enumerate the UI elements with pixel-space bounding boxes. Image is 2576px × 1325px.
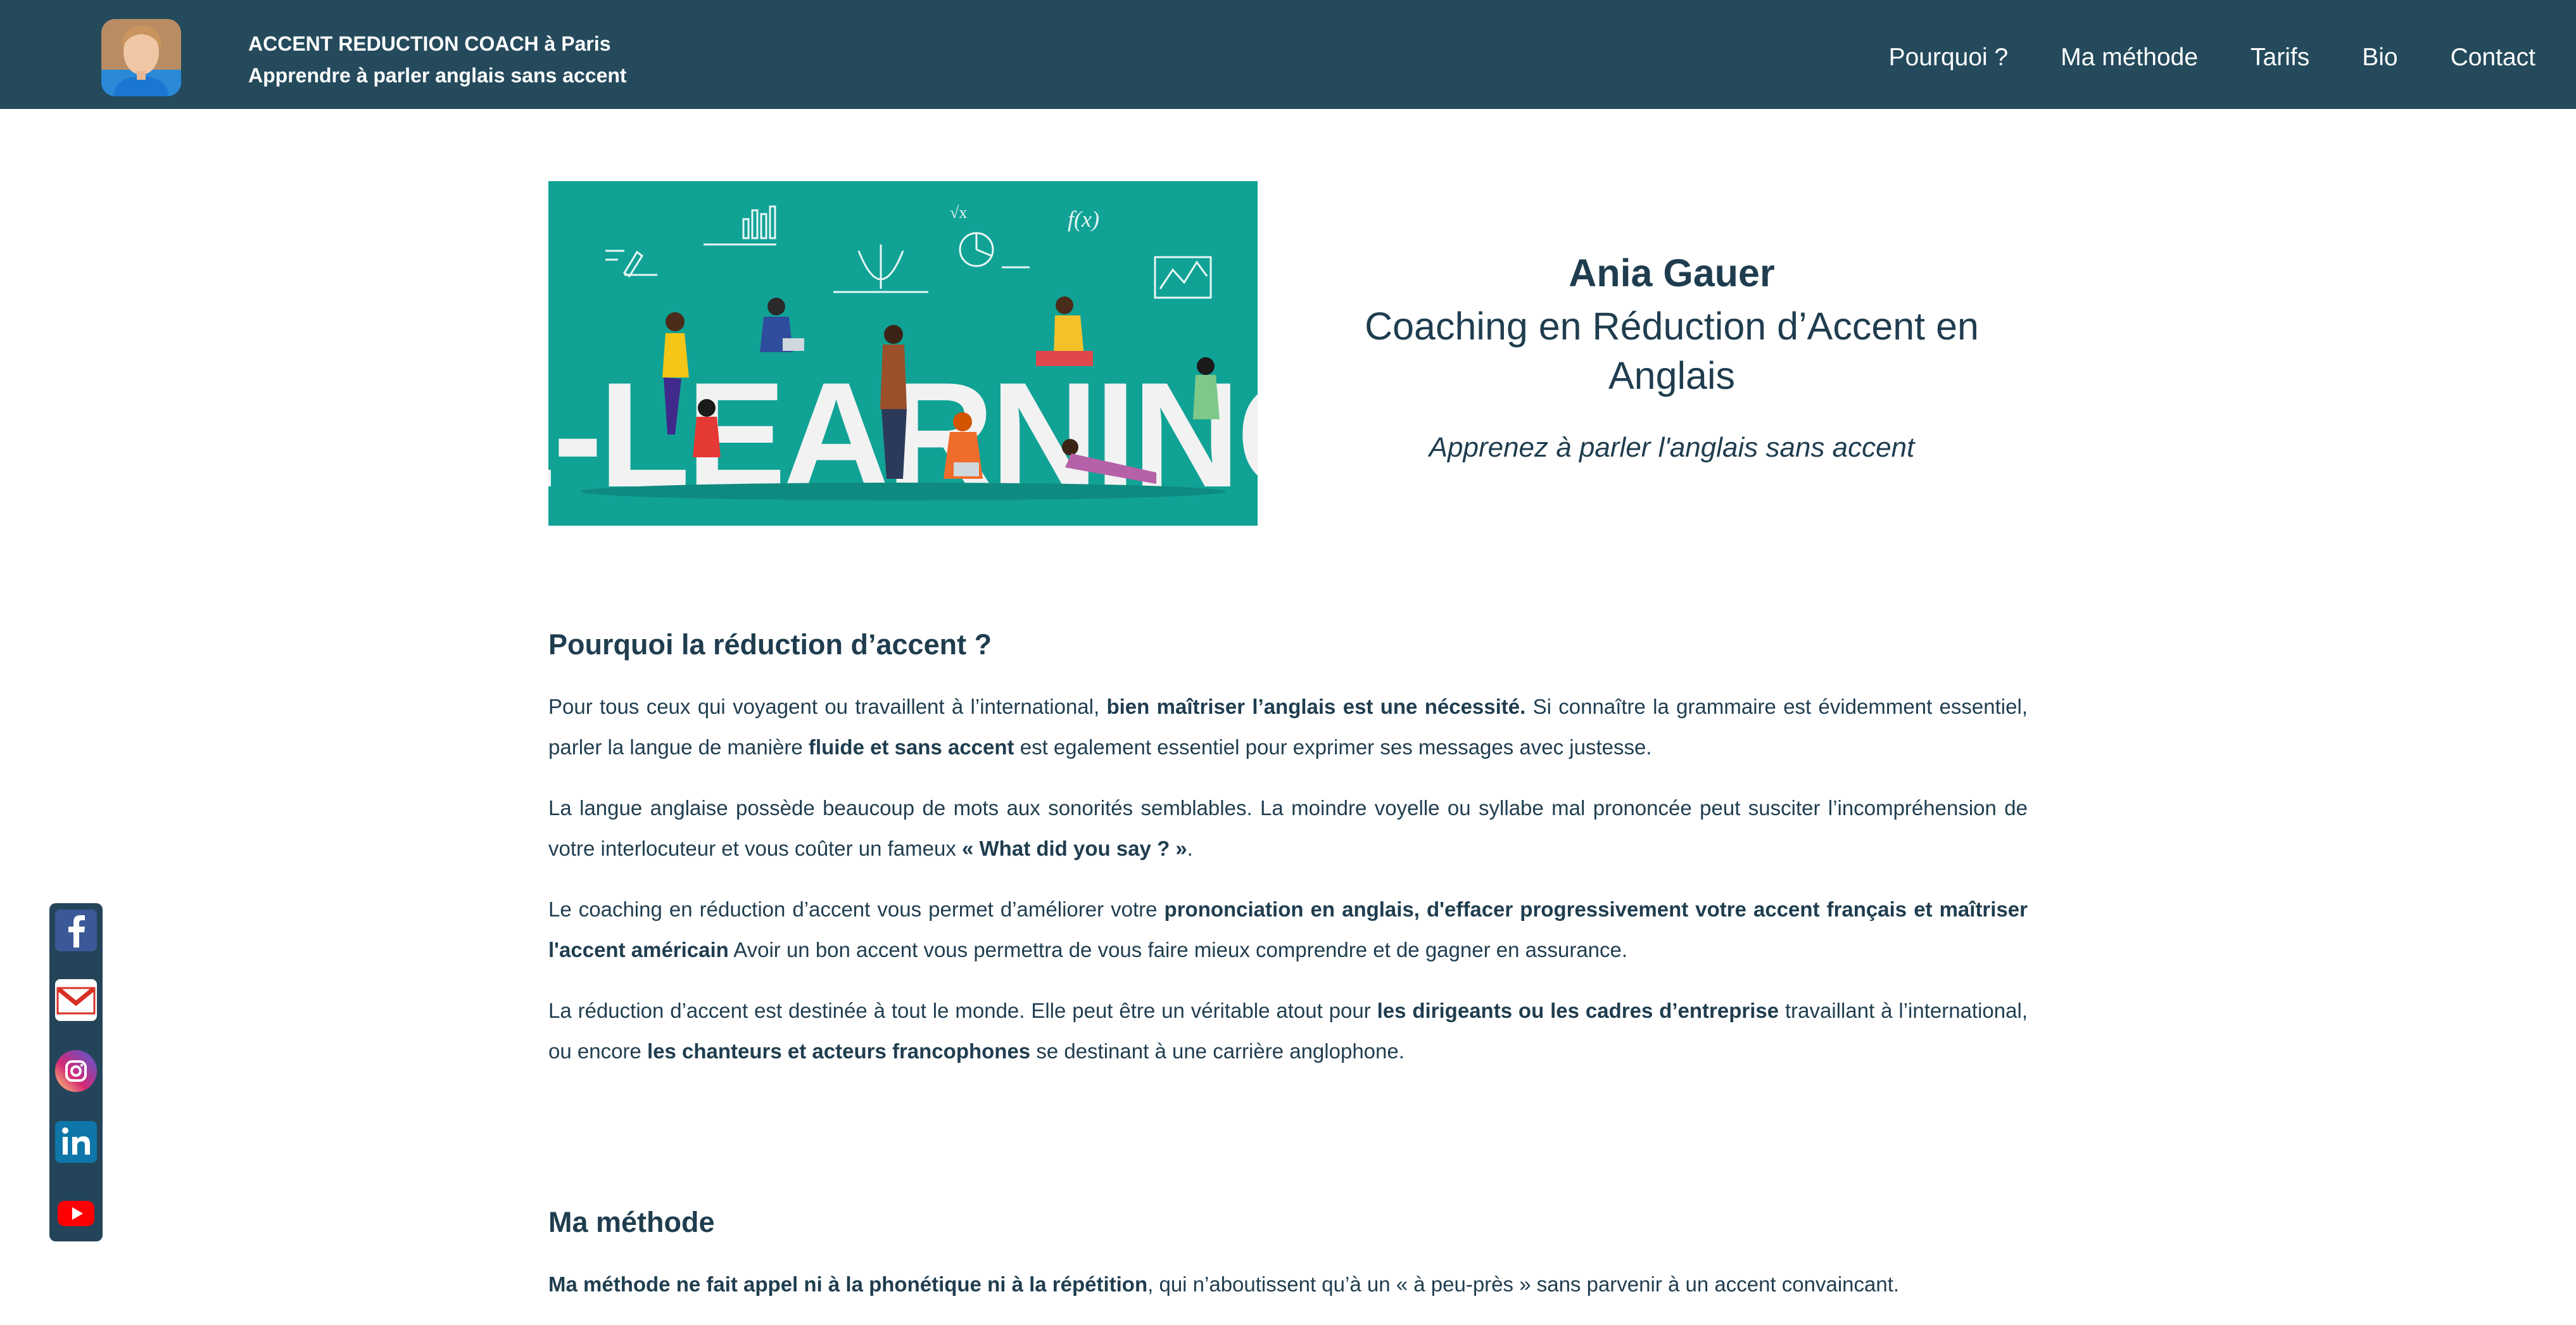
brand-title: ACCENT REDUCTION COACH à Paris — [248, 32, 611, 55]
text: La langue anglaise possède beaucoup de m… — [548, 796, 2028, 860]
text: Le coaching en réduction d’accent vous p… — [548, 897, 1165, 921]
linkedin-icon[interactable] — [55, 1121, 97, 1163]
emphasis: les dirigeants ou les cadres d’entrepris… — [1377, 999, 1779, 1022]
emphasis: « What did you say ? » — [962, 837, 1187, 860]
elearning-illustration: √x f(x) E-LEARNING — [548, 181, 1258, 526]
coach-role: Coaching en Réduction d’Accent en Anglai… — [1365, 305, 1979, 397]
text: , qui n’aboutissent qu’à un « à peu-près… — [1147, 1272, 1900, 1296]
section-title-methode: Ma méthode — [548, 1206, 715, 1238]
main-nav: Pourquoi ? Ma méthode Tarifs Bio Contact — [1836, 39, 2535, 76]
text: . — [1187, 837, 1193, 860]
text: se destinant à une carrière anglophone. — [1030, 1039, 1405, 1063]
nav-pourquoi[interactable]: Pourquoi ? — [1889, 39, 2009, 76]
coach-avatar[interactable] — [101, 19, 181, 96]
emphasis: bien maîtriser l’anglais est une nécessi… — [1106, 695, 1526, 718]
nav-bio[interactable]: Bio — [2362, 39, 2397, 76]
text: est egalement essentiel pour exprimer se… — [1014, 735, 1652, 759]
section-title-pourquoi: Pourquoi la réduction d’accent ? — [548, 628, 992, 661]
brand-subtitle: Apprendre à parler anglais sans accent — [248, 64, 627, 87]
paragraph-3: Le coaching en réduction d’accent vous p… — [548, 889, 2028, 970]
emphasis: les chanteurs et acteurs francophones — [647, 1039, 1031, 1063]
youtube-icon[interactable] — [55, 1192, 97, 1234]
emphasis: Ma méthode ne fait appel ni à la phonéti… — [548, 1272, 1148, 1296]
hero-text: Ania Gauer Coaching en Réduction d’Accen… — [1304, 247, 2039, 466]
text: La réduction d’accent est destinée à tou… — [548, 999, 1377, 1022]
brand-text[interactable]: ACCENT REDUCTION COACH à Paris Apprendre… — [248, 28, 627, 91]
top-header: ACCENT REDUCTION COACH à Paris Apprendre… — [0, 0, 2576, 109]
gmail-icon[interactable] — [55, 979, 97, 1021]
nav-methode[interactable]: Ma méthode — [2061, 39, 2198, 76]
paragraph-4: La réduction d’accent est destinée à tou… — [548, 991, 2028, 1072]
coach-name: Ania Gauer — [1569, 251, 1775, 295]
sqrt-doodle: √x — [950, 203, 967, 222]
method-paragraph-1: Ma méthode ne fait appel ni à la phonéti… — [548, 1264, 2028, 1305]
instagram-icon[interactable] — [55, 1050, 97, 1092]
emphasis: fluide et sans accent — [808, 735, 1014, 759]
paragraph-1: Pour tous ceux qui voyagent ou travaille… — [548, 687, 2028, 768]
hero-tagline: Apprenez à parler l'anglais sans accent — [1429, 432, 1915, 463]
nav-tarifs[interactable]: Tarifs — [2251, 39, 2309, 76]
main-content: Pourquoi la réduction d’accent ? Pour to… — [548, 624, 2028, 1325]
text: Avoir un bon accent vous permettra de vo… — [728, 938, 1628, 961]
paragraph-2: La langue anglaise possède beaucoup de m… — [548, 788, 2028, 869]
formula-doodle: f(x) — [1068, 206, 1099, 232]
social-sidebar — [49, 903, 103, 1241]
text: Pour tous ceux qui voyagent ou travaille… — [548, 695, 1107, 718]
nav-contact[interactable]: Contact — [2451, 39, 2535, 76]
facebook-icon[interactable] — [55, 910, 97, 951]
